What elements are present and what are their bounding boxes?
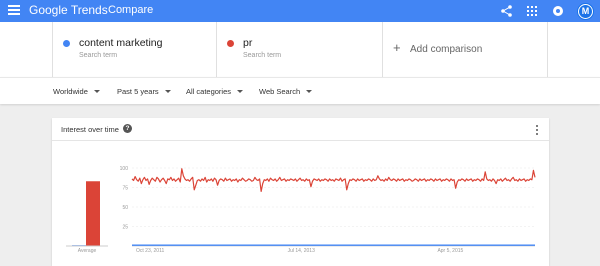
y-tick-label: 50 [122,205,128,211]
y-tick-label: 100 [120,166,129,172]
plus-icon: + [393,40,401,55]
filter-location-dropdown[interactable]: Worldwide [53,87,100,96]
avatar-letter: M [578,3,593,19]
filter-label: Web Search [259,87,301,96]
search-terms-bar: content marketing Search term pr Search … [0,22,600,77]
share-icon[interactable] [499,4,513,18]
y-tick-label: 75 [122,186,128,192]
term-color-dot [227,40,234,47]
search-term-subtitle: Search term [79,52,118,59]
search-term-name[interactable]: pr [243,37,252,49]
filter-label: Worldwide [53,87,88,96]
series-line-pr [131,168,536,193]
dropdown-caret-icon [237,90,244,93]
interest-over-time-card: Interest over time ? Average 100 75 50 25 Oct… [52,118,549,266]
page-title: Compare [108,4,154,16]
search-term-card-1[interactable]: content marketing Search term [52,22,217,77]
google-trends-logo[interactable]: Google Trends [29,3,108,17]
apps-grid-icon[interactable] [525,4,539,18]
add-comparison-button[interactable]: + Add comparison [383,22,548,77]
account-avatar[interactable]: M [577,2,594,20]
filter-time-dropdown[interactable]: Past 5 years [117,87,171,96]
dropdown-caret-icon [306,90,313,93]
search-term-name[interactable]: content marketing [79,37,162,49]
x-tick-label: Jul 14, 2013 [288,248,315,254]
y-tick-label: 25 [122,225,128,231]
notifications-icon[interactable] [551,4,565,18]
average-label: Average [78,248,97,254]
x-tick-label: Oct 23, 2011 [136,248,164,254]
filter-label: All categories [186,87,232,96]
x-tick-label: Apr 5, 2015 [437,248,463,254]
add-comparison-label: Add comparison [410,44,483,55]
top-app-bar: Google Trends Compare M [0,0,600,22]
term-color-dot [63,40,70,47]
dropdown-caret-icon [93,90,100,93]
menu-icon[interactable] [8,5,20,17]
filter-bar: Worldwide Past 5 years All categories We… [0,77,600,104]
dropdown-caret-icon [164,90,171,93]
filter-search-type-dropdown[interactable]: Web Search [259,87,313,96]
average-bar [86,181,100,246]
filter-category-dropdown[interactable]: All categories [186,87,244,96]
search-term-card-2[interactable]: pr Search term [217,22,383,77]
interest-chart: Average 100 75 50 25 Oct 23, 2011 Jul 14, 2013… [66,166,536,254]
filter-label: Past 5 years [117,87,159,96]
search-term-subtitle: Search term [243,52,282,59]
